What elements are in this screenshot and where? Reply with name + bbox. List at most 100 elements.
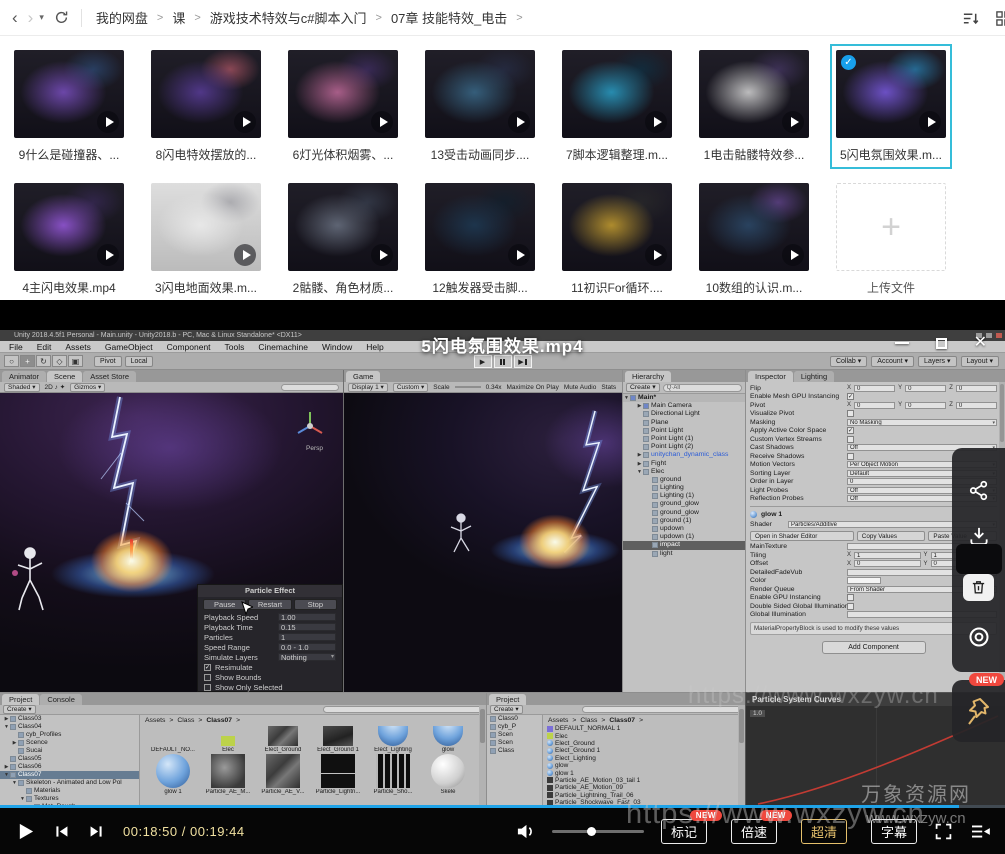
player-controls: 00:18:50 / 00:19:44 标记NEW倍速NEW超清字幕 — [0, 808, 1005, 854]
file-tile[interactable]: ✓ 5闪电氛围效果.m... — [836, 50, 946, 163]
inspector-label: Light Probes — [750, 487, 847, 494]
axis-label: X — [847, 402, 851, 408]
object-name: Lighting — [660, 484, 684, 492]
asset-thumbnail: Elect_Ground 1 — [313, 726, 363, 753]
minimize-icon[interactable] — [895, 342, 909, 344]
hierarchy-item: ground — [623, 476, 745, 484]
file-name: 5闪电氛围效果.m... — [836, 146, 946, 163]
file-tile[interactable]: 9什么是碰撞器、... — [14, 50, 124, 163]
play-button[interactable] — [16, 822, 35, 841]
sort-icon[interactable] — [962, 10, 979, 27]
record-button[interactable] — [967, 625, 991, 654]
player-button-字幕[interactable]: 字幕 — [871, 819, 917, 844]
file-tile[interactable]: 8闪电特效摆放的... — [151, 50, 261, 163]
asset-thumbnail: Particle_Lightn... — [313, 754, 363, 795]
hierarchy-item: Directional Light — [623, 410, 745, 418]
view-toggle-icon[interactable] — [995, 10, 1005, 27]
asset-thumbnail: Particle_AE_V... — [258, 754, 308, 795]
object-name: unitychan_dynamic_class — [651, 451, 728, 459]
breadcrumb-separator-icon: > — [157, 12, 163, 24]
close-icon[interactable]: ✕ — [974, 335, 987, 351]
volume-icon[interactable] — [516, 822, 535, 841]
breadcrumb-item: Class — [177, 717, 194, 724]
file-tile[interactable]: 6灯光体积烟雾、... — [288, 50, 398, 163]
file-name: 1电击骷髅特效参... — [699, 146, 809, 163]
file-tile[interactable]: 4主闪电效果.mp4 — [14, 183, 124, 296]
unity-tab-animator: Animator — [2, 371, 46, 382]
unity-layout-dropdown: Layout ▾ — [961, 356, 999, 367]
file-name: 7脚本逻辑整理.m... — [562, 146, 672, 163]
file-tile[interactable]: 11初识For循环.... — [562, 183, 672, 296]
breadcrumb-item[interactable]: 课 — [172, 8, 185, 27]
next-button[interactable] — [88, 823, 105, 840]
object-name: impact — [660, 541, 680, 549]
player-button-倍速[interactable]: 倍速NEW — [731, 819, 777, 844]
history-dropdown-icon[interactable]: ▾ — [39, 13, 44, 22]
volume-slider[interactable] — [552, 830, 644, 833]
project-scrollbar — [479, 705, 486, 808]
file-tile[interactable]: 12触发器受击脚... — [425, 183, 535, 296]
axis-label: X — [847, 552, 851, 558]
play-icon — [919, 111, 941, 133]
tree-arrow-icon: ▼ — [19, 795, 26, 803]
particle-row: Playback Time0.15 — [198, 622, 342, 632]
delete-button[interactable] — [963, 574, 994, 601]
particle-row: Particles1 — [198, 632, 342, 642]
folder-icon — [10, 764, 16, 770]
open-shader-editor-button: Open in Shader Editor — [750, 531, 854, 541]
object-icon — [643, 444, 649, 450]
forward-button[interactable]: › — [28, 9, 34, 26]
object-name: Point Light (1) — [651, 435, 693, 443]
breadcrumb-item[interactable]: 我的网盘 — [96, 8, 148, 27]
breadcrumb-item[interactable]: 07章 技能特效_电击 — [391, 8, 507, 27]
file-tile[interactable]: 1电击骷髅特效参... — [699, 50, 809, 163]
upload-tile[interactable]: +上传文件 — [836, 183, 946, 296]
particle-pause-button: Pause — [203, 599, 246, 610]
inspector-label: DetailedFadeVub — [750, 569, 847, 576]
new-badge: NEW — [690, 810, 722, 821]
folder-icon — [10, 724, 16, 730]
file-name: 3闪电地面效果.m... — [151, 279, 261, 296]
file-tile[interactable]: 13受击动画同步.... — [425, 50, 535, 163]
breadcrumb-item[interactable]: 游戏技术特效与c#脚本入门 — [210, 8, 367, 27]
file-tile[interactable]: 10数组的认识.m... — [699, 183, 809, 296]
file-row: Particle_AE_Motion_09 — [543, 784, 738, 791]
project-search-input — [323, 706, 483, 713]
object-icon — [652, 502, 658, 508]
player-button-超清[interactable]: 超清 — [801, 819, 847, 844]
playlist-icon[interactable] — [970, 823, 991, 840]
scene-toolbar-icon: ✦ — [60, 384, 65, 391]
breadcrumb-separator-icon: > — [516, 12, 522, 24]
previous-button[interactable] — [53, 823, 70, 840]
refresh-button[interactable] — [54, 10, 69, 25]
play-triangle-icon — [517, 117, 525, 127]
hierarchy-item: Plane — [623, 419, 745, 427]
video-frame[interactable]: Unity 2018.4.5f1 Personal - Main.unity -… — [0, 330, 1005, 808]
file-thumbnail: ✓ — [836, 50, 946, 138]
pin-button[interactable]: NEW — [952, 680, 1005, 742]
tree-arrow-icon: ▼ — [3, 723, 10, 731]
file-tile[interactable]: 2骷髅、角色材质... — [288, 183, 398, 296]
hierarchy-item: ground_glow — [623, 500, 745, 508]
breadcrumb-item: Class — [580, 717, 597, 724]
file-thumbnail — [425, 50, 535, 138]
back-button[interactable]: ‹ — [12, 9, 18, 26]
asset-thumbnail: glow 1 — [148, 754, 198, 795]
file-tile[interactable]: 3闪电地面效果.m... — [151, 183, 261, 296]
share-button[interactable] — [967, 479, 990, 507]
file-name: 10数组的认识.m... — [699, 279, 809, 296]
inspector-label: Masking — [750, 419, 847, 426]
upload-box: + — [836, 183, 946, 271]
axis-label: Y — [898, 385, 902, 391]
inspector-row: PivotX0Y0Z0 — [750, 401, 997, 410]
player-button-标记[interactable]: 标记NEW — [661, 819, 707, 844]
file-tile[interactable]: 7脚本逻辑整理.m... — [562, 50, 672, 163]
asset-icon — [376, 754, 410, 788]
play-icon — [97, 244, 119, 266]
inspector-row: FlipX0Y0Z0 — [750, 384, 997, 393]
fullscreen-icon[interactable] — [934, 822, 953, 841]
maximize-icon[interactable] — [936, 338, 947, 349]
checkbox-icon — [204, 674, 211, 681]
asset-icon — [158, 726, 188, 746]
object-name: ground_glow — [660, 509, 699, 517]
